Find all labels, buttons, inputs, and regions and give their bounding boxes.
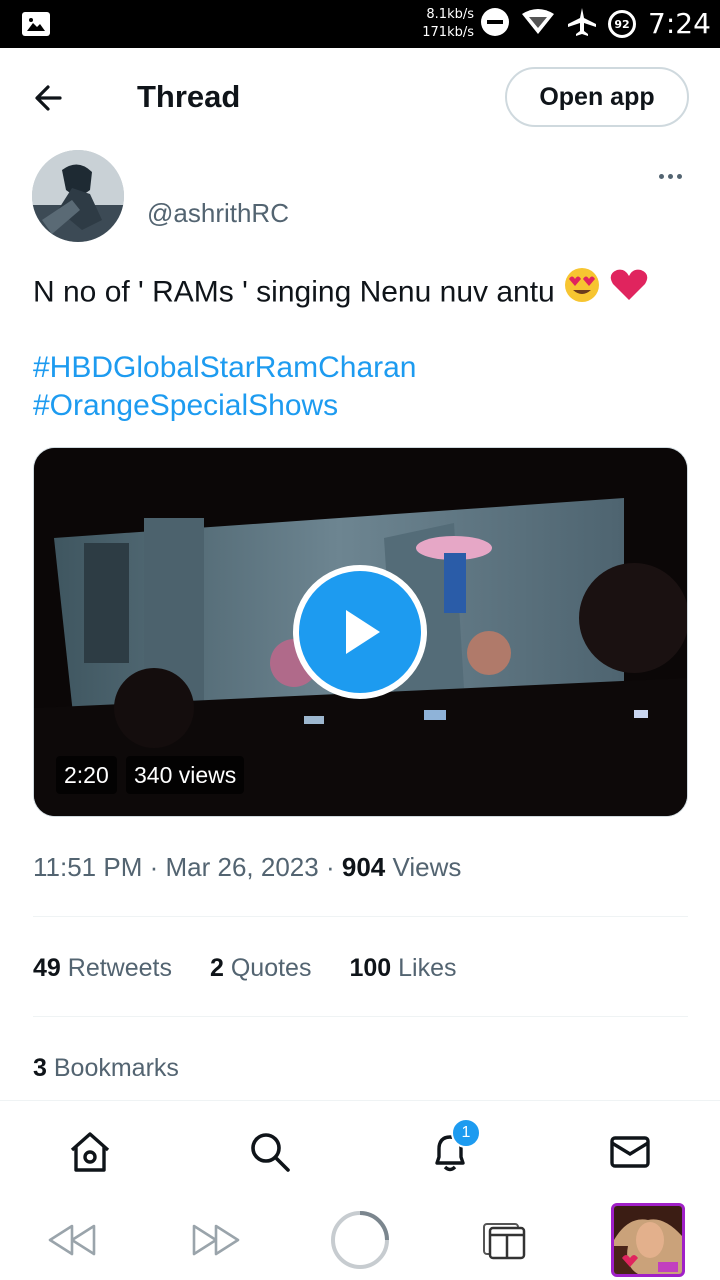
heart-eyes-emoji-icon [563, 266, 601, 315]
likes-label: Likes [398, 954, 457, 982]
bottom-nav [0, 1100, 720, 1200]
open-app-button[interactable]: Open app [505, 67, 689, 127]
rewind-icon[interactable] [44, 1208, 100, 1272]
separator: · [325, 852, 335, 882]
play-button[interactable] [293, 565, 427, 699]
gallery-notification-icon [22, 12, 50, 36]
divider [33, 916, 688, 917]
clock: 7:24 [648, 7, 711, 40]
retweets-count: 49 [33, 954, 61, 982]
speed-up: 8.1kb/s [426, 7, 474, 22]
mail-icon[interactable] [605, 1127, 655, 1177]
bookmarks-label: Bookmarks [53, 1054, 179, 1082]
loading-spinner-icon[interactable] [328, 1208, 392, 1272]
status-bar: 8.1kb/s 171kb/s 92 7:24 [0, 0, 720, 48]
hashtag-link[interactable]: #HBDGlobalStarRamCharan [33, 349, 417, 387]
search-icon[interactable] [245, 1127, 295, 1177]
tweet-meta: 11:51 PM · Mar 26, 2023 · 904 Views [33, 850, 461, 884]
engagement-stats: 49 Retweets 2 Quotes 100 Likes [33, 951, 457, 985]
home-icon[interactable] [65, 1127, 115, 1177]
divider [33, 1016, 688, 1017]
tweet-text-body: N no of ' RAMs ' singing Nenu nuv antu [33, 275, 555, 309]
red-heart-emoji-icon [609, 266, 649, 315]
retweets-stat[interactable]: 49 Retweets [33, 951, 172, 985]
retweets-label: Retweets [67, 954, 172, 982]
quotes-label: Quotes [230, 954, 312, 982]
network-speed: 8.1kb/s 171kb/s [414, 6, 474, 42]
page-title: Thread [137, 79, 241, 114]
views-label: Views [392, 852, 462, 882]
views-count: 904 [341, 852, 386, 882]
airplane-mode-icon [566, 6, 598, 43]
likes-count: 100 [349, 954, 392, 982]
video-views: 340 views [126, 756, 245, 794]
hashtag-link[interactable]: #OrangeSpecialShows [33, 387, 338, 425]
battery-icon: 92 [608, 10, 636, 38]
avatar[interactable] [32, 150, 124, 242]
video-duration: 2:20 [56, 756, 117, 794]
fast-forward-icon[interactable] [188, 1208, 244, 1272]
status-icons: 92 [480, 6, 636, 43]
likes-stat[interactable]: 100 Likes [349, 951, 456, 985]
quotes-stat[interactable]: 2 Quotes [210, 951, 311, 985]
back-arrow-icon[interactable] [30, 78, 70, 118]
speed-down: 171kb/s [422, 25, 474, 40]
tabs-icon[interactable] [478, 1208, 530, 1272]
bookmarks-count: 3 [33, 1054, 47, 1082]
more-options-icon[interactable] [652, 162, 688, 190]
separator: · [149, 852, 159, 882]
play-icon [346, 610, 380, 654]
tweet-date[interactable]: Mar 26, 2023 [166, 852, 319, 882]
top-bar: Thread Open app [0, 48, 720, 144]
quotes-count: 2 [209, 954, 224, 982]
profile-thumbnail[interactable] [611, 1203, 685, 1277]
author-handle[interactable]: @ashrithRC [147, 196, 289, 230]
bookmarks-stat[interactable]: 3 Bookmarks [33, 1051, 179, 1085]
do-not-disturb-icon [480, 7, 510, 42]
notification-badge: 1 [451, 1118, 481, 1148]
tweet-text: N no of ' RAMs ' singing Nenu nuv antu [33, 268, 649, 315]
tweet-time[interactable]: 11:51 PM [33, 852, 142, 882]
wifi-icon [520, 8, 556, 41]
